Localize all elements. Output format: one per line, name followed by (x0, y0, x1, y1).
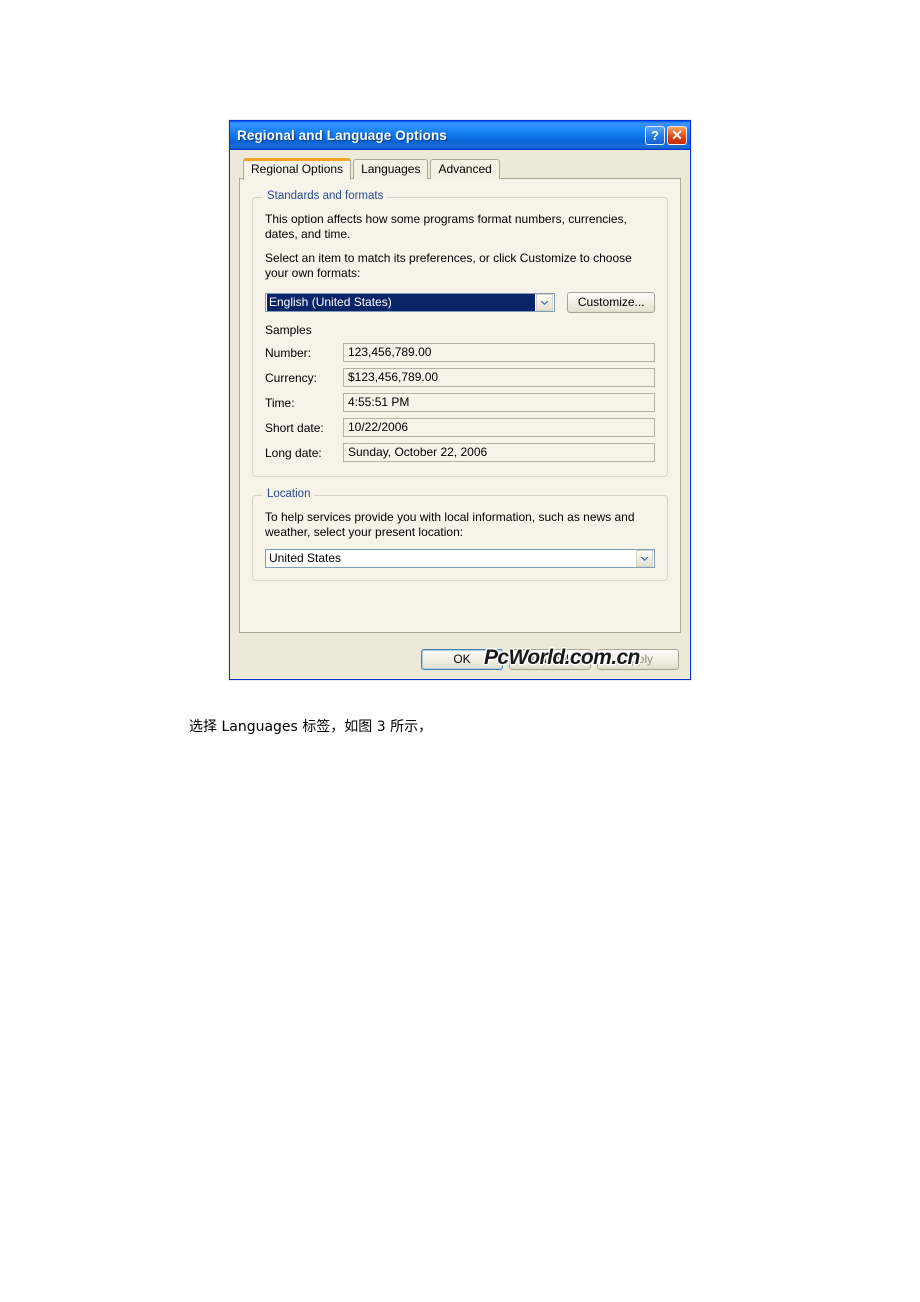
tabpanel-regional-options: Standards and formats This option affect… (239, 178, 681, 633)
location-group: Location To help services provide you wi… (252, 488, 668, 581)
sample-value-currency: $123,456,789.00 (343, 368, 655, 387)
tab-regional-options[interactable]: Regional Options (243, 158, 352, 180)
sample-value-long-date: Sunday, October 22, 2006 (343, 443, 655, 462)
dialog-titlebar[interactable]: Regional and Language Options ? ✕ (230, 121, 690, 150)
sample-row-long-date: Long date: Sunday, October 22, 2006 (265, 443, 655, 462)
standards-group-legend: Standards and formats (263, 190, 388, 202)
customize-button[interactable]: Customize... (567, 292, 655, 313)
standards-and-formats-group: Standards and formats This option affect… (252, 190, 668, 477)
chevron-down-icon[interactable] (636, 550, 653, 567)
standards-description-1: This option affects how some programs fo… (265, 212, 627, 241)
sample-label-currency: Currency: (265, 370, 318, 385)
sample-row-currency: Currency: $123,456,789.00 (265, 368, 655, 387)
standards-locale-value: English (United States) (267, 294, 536, 311)
sample-row-short-date: Short date: 10/22/2006 (265, 418, 655, 437)
chevron-down-icon[interactable] (536, 294, 554, 311)
sample-row-time: Time: 4:55:51 PM (265, 393, 655, 412)
locale-selection-row: English (United States) Customize... (265, 292, 655, 313)
figure-caption: 选择 Languages 标签，如图 3 所示， (189, 719, 433, 735)
help-icon[interactable]: ? (645, 125, 665, 145)
sample-value-time: 4:55:51 PM (343, 393, 655, 412)
samples-title: Samples (265, 323, 312, 337)
sample-value-number: 123,456,789.00 (343, 343, 655, 362)
regional-and-language-options-dialog: Regional and Language Options ? ✕ Region… (229, 120, 691, 680)
sample-row-number: Number: 123,456,789.00 (265, 343, 655, 362)
location-group-legend: Location (263, 488, 315, 500)
close-icon[interactable]: ✕ (667, 125, 687, 145)
sample-label-short-date: Short date: (265, 420, 324, 435)
sample-label-number: Number: (265, 345, 312, 360)
location-combobox[interactable]: United States (265, 549, 655, 568)
standards-locale-combobox[interactable]: English (United States) (265, 293, 556, 312)
tab-advanced[interactable]: Advanced (430, 159, 500, 179)
location-description: To help services provide you with local … (265, 510, 635, 539)
standards-description-2: Select an item to match its preferences,… (265, 251, 632, 280)
titlebar-button-group: ? ✕ (645, 125, 687, 145)
location-value: United States (269, 551, 342, 565)
sample-value-short-date: 10/22/2006 (343, 418, 655, 437)
cancel-button[interactable]: Cancel (509, 649, 591, 670)
apply-button: Apply (597, 649, 679, 670)
ok-button[interactable]: OK (421, 649, 503, 670)
tabstrip: Regional Options Languages Advanced (239, 158, 681, 180)
dialog-body: Regional Options Languages Advanced Stan… (230, 150, 690, 678)
dialog-title: Regional and Language Options (237, 127, 447, 143)
dialog-footer: OK Cancel Apply (230, 649, 690, 670)
tab-languages[interactable]: Languages (353, 159, 429, 179)
sample-label-long-date: Long date: (265, 445, 322, 460)
sample-label-time: Time: (265, 395, 295, 410)
